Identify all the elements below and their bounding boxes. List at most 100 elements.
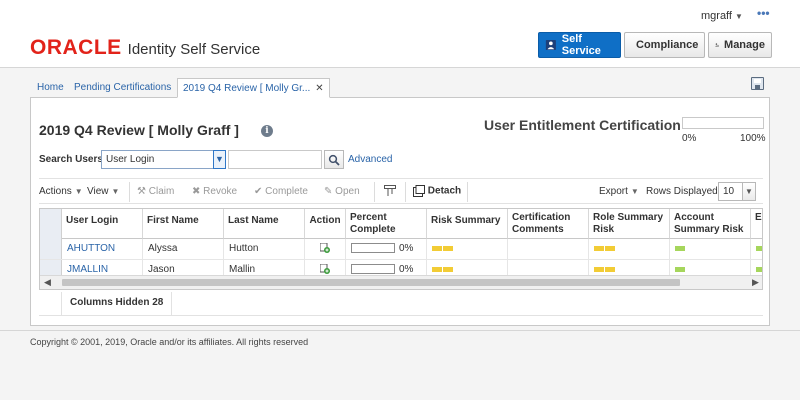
page-title: 2019 Q4 Review [ Molly Graff ] [39, 122, 239, 138]
export-menu[interactable]: Export ▼ [599, 186, 639, 197]
column-header-role-summary-risk[interactable]: Role Summary Risk [589, 209, 670, 239]
username[interactable]: mgraff [701, 10, 732, 22]
table-toolbar: Actions ▼ View ▼ ⚒ Claim ✖ Revoke ✔ Comple… [39, 178, 763, 204]
top-nav: Self Service Compliance Manage [538, 32, 772, 58]
column-header-last-name[interactable]: Last Name [224, 209, 305, 239]
search-input[interactable] [228, 150, 322, 169]
chevron-down-icon: ▼ [742, 183, 755, 200]
revoke-button[interactable]: ✖ Revoke [192, 186, 237, 197]
progress-min-label: 0% [682, 133, 697, 144]
search-icon [328, 154, 340, 166]
freeze-columns-button[interactable] [384, 185, 396, 200]
actions-menu[interactable]: Actions ▼ [39, 186, 83, 197]
chevron-down-icon: ▼ [630, 187, 639, 196]
certification-type-title: User Entitlement Certification [484, 117, 681, 133]
self-service-icon [545, 39, 556, 51]
detach-label: Detach [427, 185, 462, 197]
more-options-icon[interactable]: ••• [757, 7, 771, 19]
claim-icon: ⚒ [137, 186, 146, 197]
detach-icon [413, 185, 425, 197]
self-service-button[interactable]: Self Service [538, 32, 621, 58]
column-header-account-summary-risk[interactable]: Account Summary Risk [670, 209, 751, 239]
pencil-icon: ✎ [324, 186, 333, 197]
detach-button[interactable]: Detach [413, 185, 461, 197]
table-footer: Columns Hidden 28 [39, 292, 763, 316]
manage-label: Manage [724, 39, 765, 51]
edit-action-icon[interactable] [320, 243, 330, 254]
claim-button[interactable]: ⚒ Claim [137, 186, 174, 197]
risk-indicator [756, 266, 762, 272]
compliance-button[interactable]: Compliance [624, 32, 705, 58]
check-circle-icon: ✔ [254, 186, 263, 197]
search-users-label: Search Users [39, 154, 103, 165]
revoke-label: Revoke [203, 186, 238, 197]
row-progress-bar [351, 264, 395, 275]
advanced-search-link[interactable]: Advanced [348, 154, 392, 165]
columns-hidden-count: 28 [152, 297, 164, 308]
column-header-first-name[interactable]: First Name [143, 209, 224, 239]
risk-indicator [594, 245, 604, 251]
app-header: ORACLE Identity Self Service mgraff ▼ ••… [0, 0, 800, 68]
tab-review-label: 2019 Q4 Review [ Molly Gr... [183, 83, 311, 94]
entitlement-risk-cell [751, 239, 762, 260]
risk-indicator [594, 266, 604, 272]
risk-indicator [605, 266, 615, 272]
self-service-label: Self Service [561, 33, 601, 57]
column-header-percent-complete[interactable]: Percent Complete [346, 209, 427, 239]
page-divider [0, 330, 800, 331]
chevron-down-icon: ▼ [734, 11, 743, 21]
scroll-right-icon[interactable]: ▶ [752, 277, 759, 288]
column-header-user-login[interactable]: User Login [62, 209, 143, 239]
open-button[interactable]: ✎ Open [324, 186, 360, 197]
risk-indicator [443, 266, 453, 272]
users-table: User Login First Name Last Name Action P… [39, 208, 763, 290]
search-field-select[interactable]: User Login [101, 150, 225, 169]
close-icon[interactable]: ✕ [315, 83, 323, 94]
row-progress-bar [351, 243, 395, 254]
horizontal-scrollbar[interactable]: ◀ ▶ [40, 275, 762, 289]
user-login-link[interactable]: AHUTTON [62, 239, 143, 260]
tab-pending-label: Pending Certifications [74, 82, 172, 93]
tab-home[interactable]: Home [32, 78, 69, 98]
save-icon[interactable] [751, 77, 764, 90]
account-risk-cell [670, 239, 751, 260]
chevron-down-icon: ▼ [74, 187, 83, 196]
risk-indicator [675, 245, 685, 251]
chevron-down-icon[interactable]: ▼ [213, 150, 226, 169]
tab-review[interactable]: 2019 Q4 Review [ Molly Gr... ✕ [177, 78, 330, 98]
search-button[interactable] [324, 150, 344, 169]
freeze-icon [384, 185, 396, 196]
risk-indicator [443, 245, 453, 251]
manage-button[interactable]: Manage [708, 32, 772, 58]
percent-complete-cell: 0% [346, 239, 427, 260]
column-header-risk-summary[interactable]: Risk Summary [427, 209, 508, 239]
column-header-entitlement-summary[interactable]: En Su [751, 209, 762, 239]
user-menu[interactable]: mgraff ▼ [701, 10, 743, 22]
copyright-text: Copyright © 2001, 2019, Oracle and/or it… [30, 337, 309, 347]
percent-value: 0% [399, 264, 414, 275]
scroll-left-icon[interactable]: ◀ [44, 277, 51, 288]
percent-value: 0% [399, 243, 414, 254]
brand-name: ORACLE [30, 36, 122, 59]
rows-displayed-value: 10 [723, 186, 735, 197]
scrollbar-thumb[interactable] [62, 279, 680, 286]
rows-displayed-label: Rows Displayed [646, 186, 718, 197]
view-label: View [87, 186, 109, 197]
tab-pending-certifications[interactable]: Pending Certifications✕ [69, 78, 190, 98]
certification-progress-bar [682, 117, 764, 129]
column-header-certification-comments[interactable]: Certification Comments [508, 209, 589, 239]
complete-button[interactable]: ✔ Complete [254, 186, 308, 197]
tab-home-label: Home [37, 82, 64, 93]
toolbar-divider [405, 182, 406, 202]
column-header-action[interactable]: Action [305, 209, 346, 239]
comments-cell [508, 239, 589, 260]
view-menu[interactable]: View ▼ [87, 186, 119, 197]
toolbar-divider [129, 182, 130, 202]
toolbar-divider [467, 182, 468, 202]
risk-indicator [432, 266, 442, 272]
table-row[interactable]: AHUTTON Alyssa Hutton 0% [40, 239, 762, 260]
manage-icon [715, 43, 720, 47]
edit-action-icon[interactable] [320, 264, 330, 275]
rows-displayed-select[interactable]: 10 ▼ [718, 182, 756, 201]
info-icon[interactable]: i [261, 125, 273, 137]
